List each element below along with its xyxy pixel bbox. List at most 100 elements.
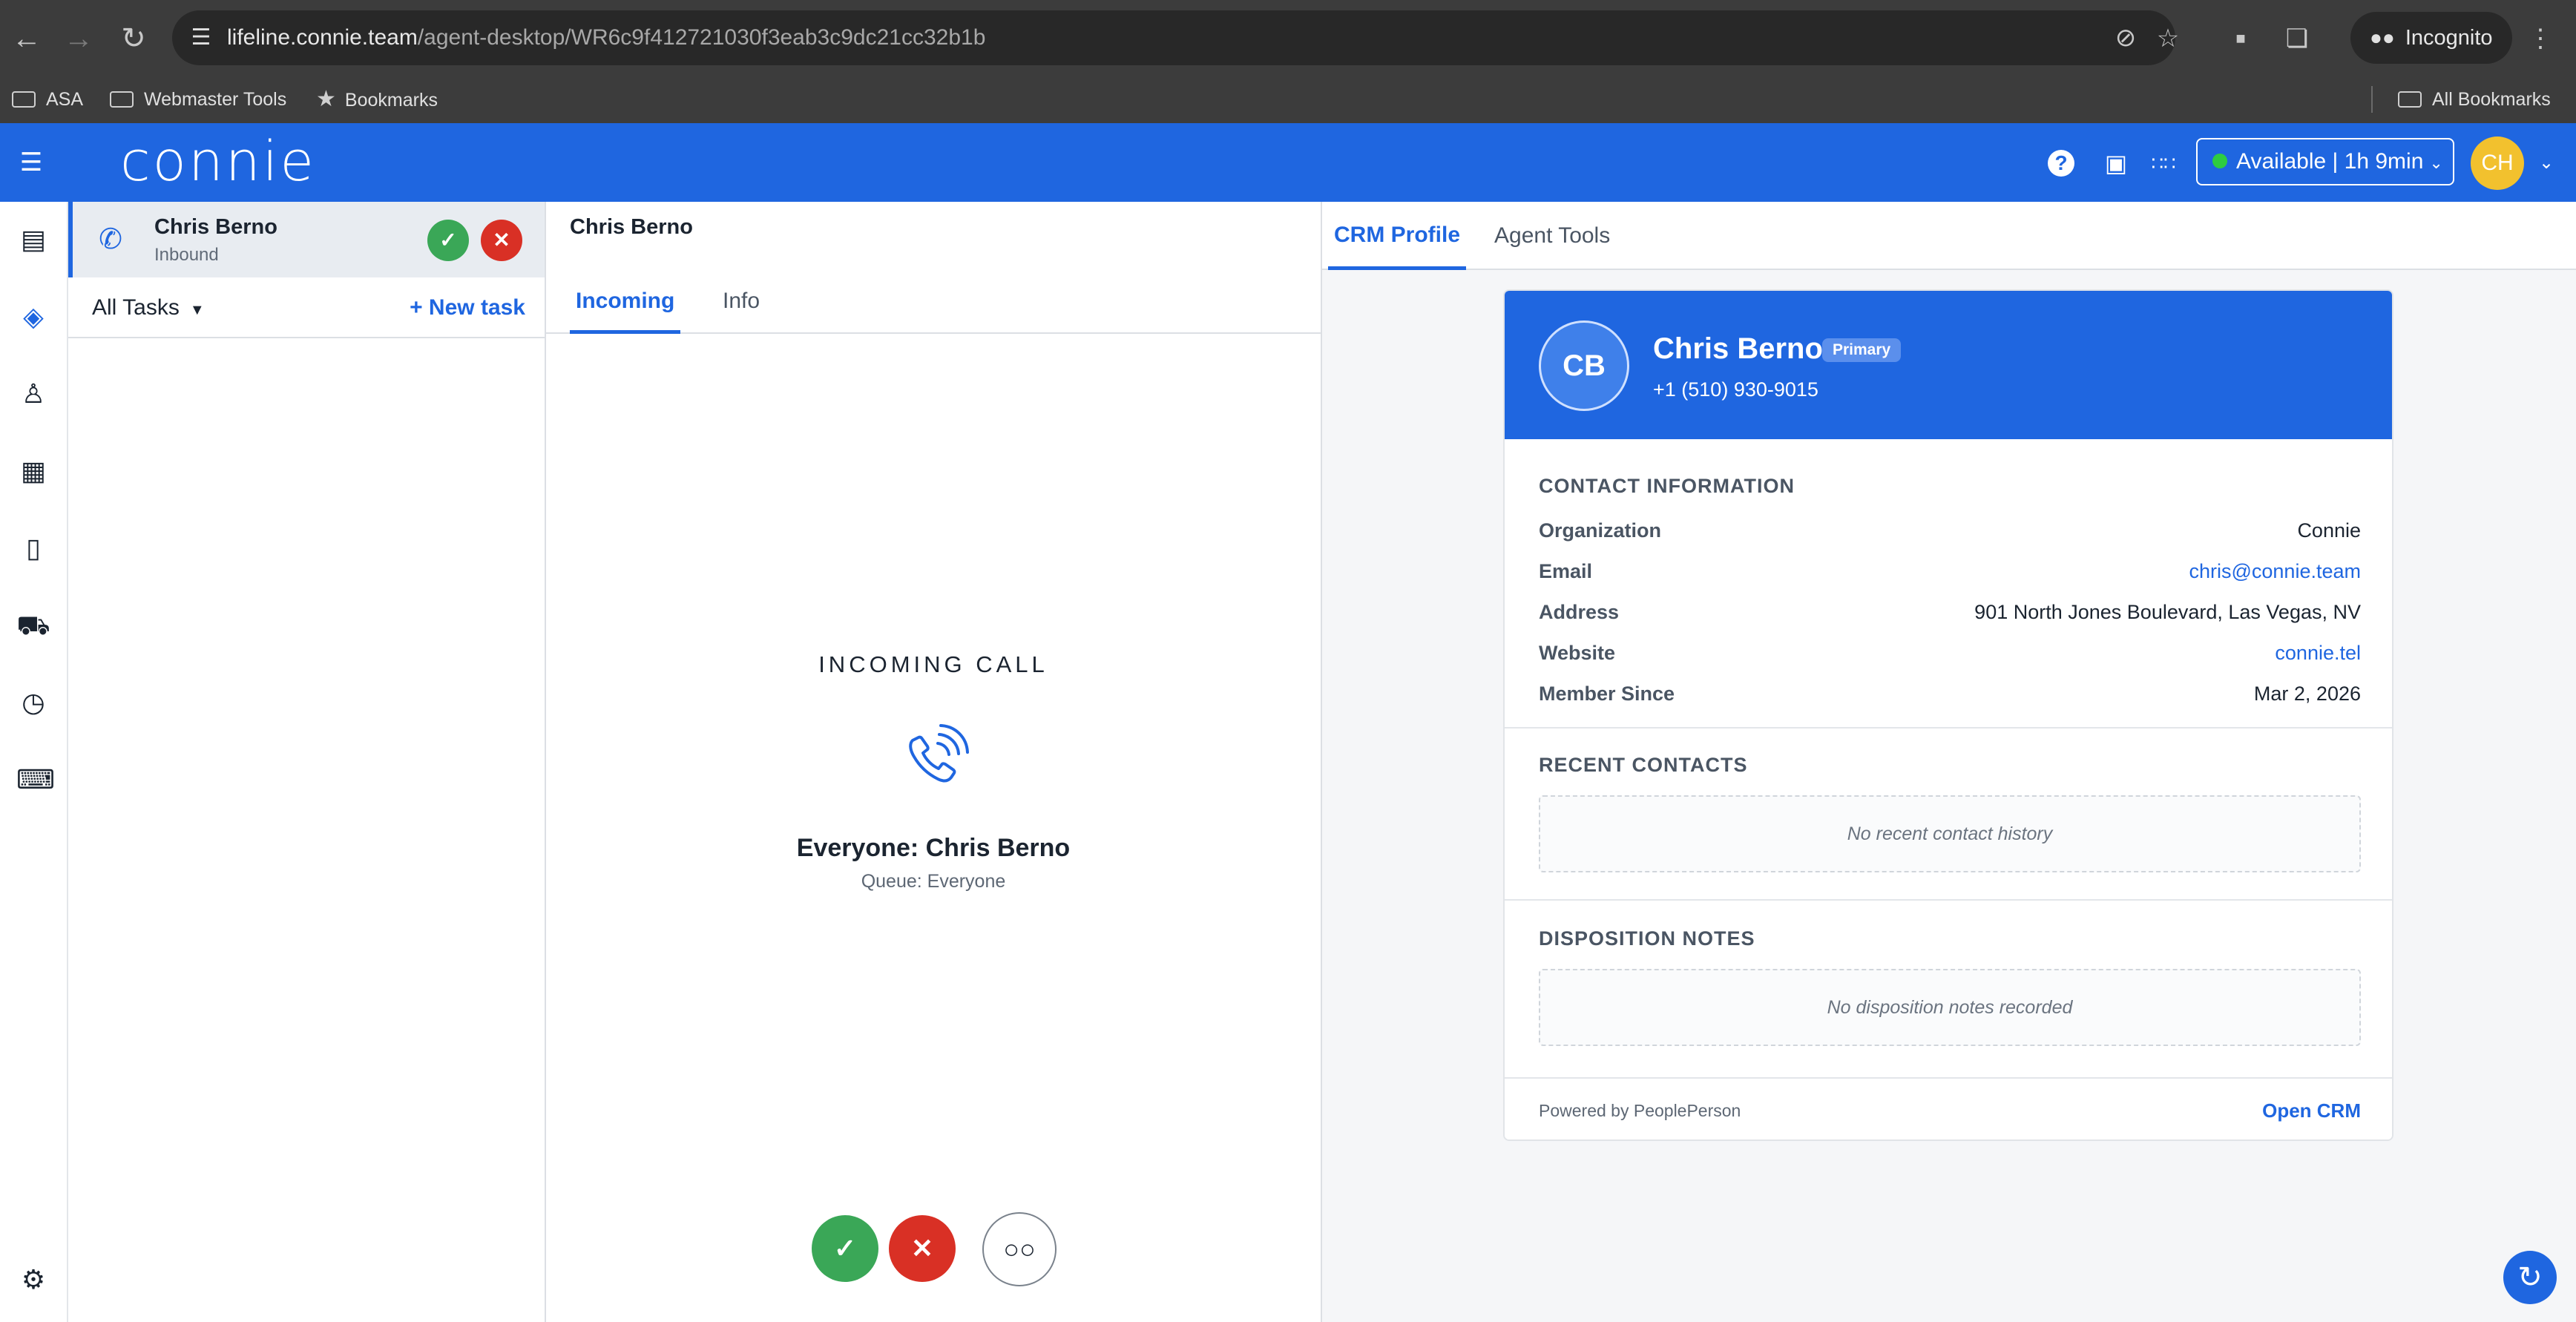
caret-down-icon: ▼ xyxy=(189,302,205,318)
eye-off-icon[interactable]: ⊘ xyxy=(2107,19,2144,56)
bookmarks-separator xyxy=(2371,86,2373,113)
voicemail-button[interactable]: ○○ xyxy=(982,1212,1057,1286)
new-task-button[interactable]: + New task xyxy=(410,277,525,338)
field-organization: Organization Connie xyxy=(1539,519,2361,549)
task-filter-bar: All Tasks ▼ + New task xyxy=(68,277,545,338)
incognito-icon: ●● xyxy=(2370,26,2395,49)
crm-panel: CRM Profile Agent Tools CB Chris Berno P… xyxy=(1322,202,2576,1322)
decline-call-button[interactable]: ✕ xyxy=(889,1215,956,1282)
clock-icon[interactable]: ◷ xyxy=(16,685,50,720)
hamburger-menu-icon[interactable]: ☰ xyxy=(16,148,46,177)
crm-card-footer: Powered by PeoplePerson Open CRM xyxy=(1505,1077,2392,1140)
site-settings-icon[interactable]: ☰ xyxy=(183,19,220,56)
bookmark-label: Bookmarks xyxy=(344,90,438,111)
field-address: Address 901 North Jones Boulevard, Las V… xyxy=(1539,601,2361,631)
tab-agent-tools[interactable]: Agent Tools xyxy=(1494,202,1610,270)
phone-ringing-graphic xyxy=(909,724,969,783)
chevron-down-icon[interactable]: ⌄ xyxy=(2533,150,2560,177)
reject-task-button[interactable]: ✕ xyxy=(481,220,522,261)
app-header: ☰ connie ? ▣ ∷∷ Available | 1h 9min ⌄ xyxy=(0,123,2576,202)
chevron-down-icon: ⌄ xyxy=(2429,154,2443,172)
address-bar[interactable]: ☰ lifeline.connie.team/agent-desktop/WR6… xyxy=(172,10,2175,65)
primary-badge: Primary xyxy=(1822,338,1902,362)
all-bookmarks-label: All Bookmarks xyxy=(2432,89,2551,110)
recent-contacts-empty: No recent contact history xyxy=(1539,795,2361,872)
connie-logo: connie xyxy=(120,130,316,194)
field-website: Website connie.tel xyxy=(1539,642,2361,671)
forward-icon[interactable]: → xyxy=(56,16,101,61)
notebook-icon[interactable]: ▯ xyxy=(16,531,50,565)
folder-icon xyxy=(110,91,134,108)
call-panel-title: Chris Berno xyxy=(570,215,693,239)
field-email: Email chris@connie.team xyxy=(1539,560,2361,590)
field-label: Address xyxy=(1539,601,1620,623)
layers-icon[interactable]: ◈ xyxy=(16,300,50,334)
refresh-icon[interactable]: ↻ xyxy=(2503,1251,2557,1304)
open-crm-link[interactable]: Open CRM xyxy=(2262,1079,2361,1140)
screen-share-icon[interactable]: ▣ xyxy=(2100,147,2132,180)
crm-tabs: CRM Profile Agent Tools xyxy=(1322,202,2576,270)
incognito-chip[interactable]: ●● Incognito xyxy=(2350,12,2512,64)
contact-avatar: CB xyxy=(1539,320,1629,411)
bookmarks-bar: ASA Webmaster Tools ★ Bookmarks All Bookm… xyxy=(0,76,2576,123)
task-card[interactable]: ✆ Chris Berno Inbound ✓ ✕ xyxy=(68,202,545,277)
tab-incoming[interactable]: Incoming xyxy=(570,270,681,334)
bookmark-label: ASA xyxy=(46,89,84,110)
task-caller-name: Chris Berno xyxy=(154,215,277,239)
field-label: Website xyxy=(1539,642,1616,664)
url-text[interactable]: lifeline.connie.team/agent-desktop/WR6c9… xyxy=(227,10,985,65)
tab-info[interactable]: Info xyxy=(723,270,760,334)
section-divider xyxy=(1505,727,2392,729)
accept-call-button[interactable]: ✓ xyxy=(812,1215,878,1282)
servers-icon[interactable]: ▤ xyxy=(16,223,50,257)
crm-profile-header: CB Chris Berno Primary +1 (510) 930-9015 xyxy=(1505,291,2392,439)
extensions-puzzle-icon[interactable]: ❏ xyxy=(2275,16,2319,61)
help-icon[interactable]: ? xyxy=(2048,150,2074,177)
bookmark-bookmarks[interactable]: ★ Bookmarks xyxy=(316,76,438,123)
tab-crm-profile[interactable]: CRM Profile xyxy=(1328,202,1467,270)
all-tasks-dropdown[interactable]: All Tasks ▼ xyxy=(92,277,205,341)
website-link[interactable]: connie.tel xyxy=(2275,642,2361,665)
dialpad-grid-icon[interactable]: ∷∷ xyxy=(2147,147,2180,180)
task-list-panel: ✆ Chris Berno Inbound ✓ ✕ All Tasks ▼ + N… xyxy=(68,202,546,1322)
status-dot xyxy=(2212,154,2227,168)
back-icon[interactable]: ← xyxy=(4,16,49,61)
field-value: 901 North Jones Boulevard, Las Vegas, NV xyxy=(1974,601,2361,623)
all-bookmarks[interactable]: All Bookmarks xyxy=(2398,76,2551,123)
disposition-notes-empty: No disposition notes recorded xyxy=(1539,969,2361,1046)
contact-name: Chris Berno xyxy=(1653,332,1823,365)
reload-icon[interactable]: ↻ xyxy=(111,16,156,61)
call-tabs: Incoming Info xyxy=(546,270,1321,334)
phone-ringing-icon xyxy=(896,718,970,792)
accept-task-button[interactable]: ✓ xyxy=(427,220,469,261)
url-path: /agent-desktop/WR6c9f412721030f3eab3c9dc… xyxy=(417,25,986,50)
section-divider xyxy=(1505,899,2392,901)
keyboard-icon[interactable]: ⌨ xyxy=(16,763,55,797)
field-member-since: Member Since Mar 2, 2026 xyxy=(1539,683,2361,712)
task-direction: Inbound xyxy=(154,245,219,265)
field-value: Mar 2, 2026 xyxy=(2253,683,2361,705)
all-tasks-label: All Tasks xyxy=(92,295,180,320)
settings-gear-icon[interactable]: ⚙ xyxy=(16,1263,50,1297)
field-value: Connie xyxy=(2297,519,2361,542)
person-directory-icon[interactable]: ♙ xyxy=(16,377,50,411)
phone-ringing-icon: ✆ xyxy=(99,224,122,255)
car-icon[interactable]: ⛟ xyxy=(16,608,50,642)
star-icon: ★ xyxy=(316,87,336,111)
url-host: lifeline.connie.team xyxy=(227,25,418,50)
browser-menu-icon[interactable]: ⋮ xyxy=(2518,16,2563,61)
bookmark-label: Webmaster Tools xyxy=(144,89,287,110)
incoming-call-label: INCOMING CALL xyxy=(818,651,1048,677)
folder-icon xyxy=(2398,91,2422,108)
bookmark-asa[interactable]: ASA xyxy=(12,76,83,123)
email-link[interactable]: chris@connie.team xyxy=(2189,560,2361,583)
contact-card-icon[interactable]: ▦ xyxy=(16,454,50,488)
incognito-label: Incognito xyxy=(2405,26,2493,50)
status-label: Available | 1h 9min xyxy=(2236,149,2424,174)
folder-icon xyxy=(12,91,36,108)
availability-status-dropdown[interactable]: Available | 1h 9min ⌄ xyxy=(2196,138,2454,185)
bookmark-webmaster-tools[interactable]: Webmaster Tools xyxy=(110,76,286,123)
user-avatar[interactable]: CH xyxy=(2471,137,2524,190)
extension-media-icon[interactable]: ■ xyxy=(2218,16,2263,61)
bookmark-star-icon[interactable]: ☆ xyxy=(2146,16,2190,61)
